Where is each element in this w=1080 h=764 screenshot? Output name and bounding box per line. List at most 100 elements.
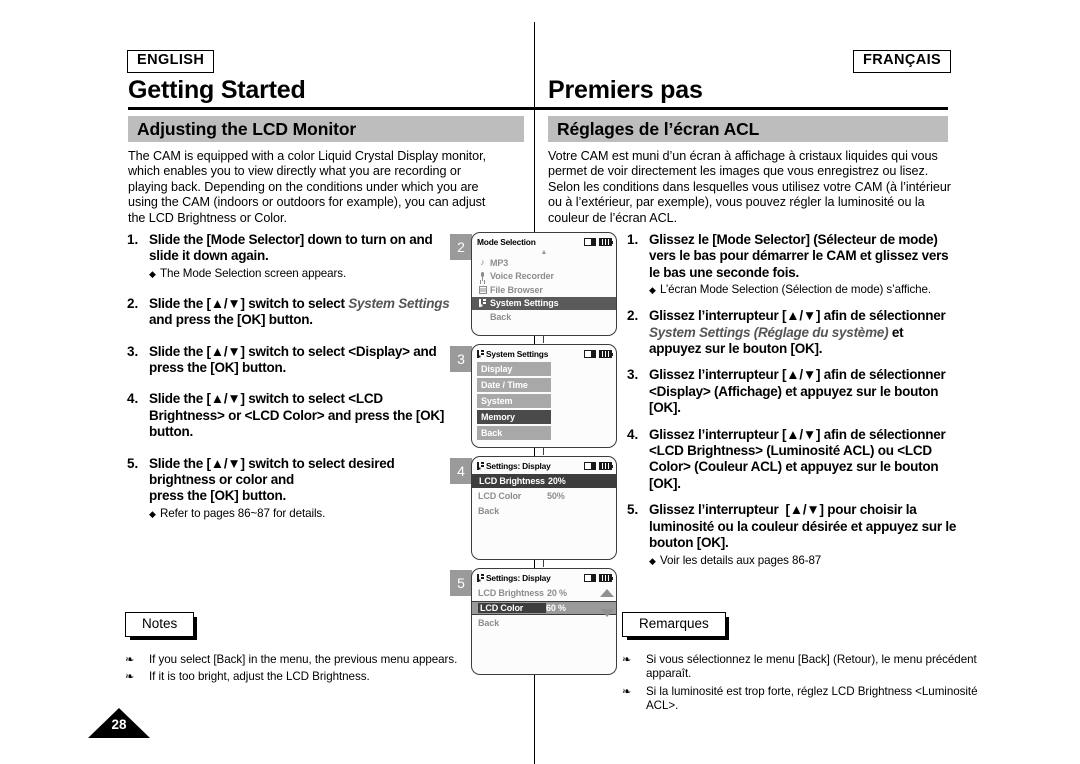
menu-item-voice-recorder[interactable]: Voice Recorder (477, 270, 611, 284)
step-sub-note: ◆ Refer to pages 86~87 for details. (149, 507, 453, 522)
step-number: 3. (627, 367, 639, 383)
menu-item-label: Voice Recorder (490, 271, 554, 282)
step-body: Glissez l’interrupteur [▲/▼] afin de sél… (649, 308, 958, 357)
setting-row-lcd-color[interactable]: LCD Color 60 % (472, 601, 616, 615)
lcd-screen-mode-selection: Mode Selection ▲ ♪ MP3 Voice Recorder Fi… (471, 232, 617, 336)
step-badge-5: 5 (450, 570, 472, 596)
setting-value: 60 % (546, 603, 566, 613)
note-item: ❧ If it is too bright, adjust the LCD Bri… (125, 670, 489, 685)
menu-item-back[interactable]: Back (477, 310, 611, 324)
step-text: Slide the [▲/▼] switch to select System … (149, 295, 450, 328)
menu-item-back[interactable]: Back (477, 426, 551, 440)
step-badge-3: 3 (450, 346, 472, 372)
clover-bullet-icon: ❧ (125, 653, 135, 666)
menu-item-back[interactable]: Back (477, 504, 611, 518)
notes-block-english: Notes ❧ If you select [Back] in the menu,… (125, 612, 489, 688)
step-list-french: 1. Glissez le [Mode Selector] (Sélecteur … (623, 232, 958, 580)
step-text: Slide the [▲/▼] switch to select desired… (149, 455, 395, 504)
notes-list-french: ❧ Si vous sélectionnez le menu [Back] (Re… (622, 653, 1006, 714)
language-tag-english: ENGLISH (127, 50, 215, 73)
file-icon (478, 285, 487, 294)
step-body: Glissez l’interrupteur [▲/▼] pour choisi… (649, 502, 958, 568)
step-item: 5. Glissez l’interrupteur [▲/▼] pour choi… (623, 502, 958, 568)
memory-card-icon (584, 349, 596, 358)
notes-list-english: ❧ If you select [Back] in the menu, the p… (125, 653, 489, 685)
notes-label-french: Remarques (622, 612, 729, 639)
header-rule (128, 107, 948, 110)
lcd-settings-list: LCD Brightness 20% LCD Color 50% Back (472, 474, 616, 518)
step-number: 1. (127, 232, 139, 247)
note-text: Si vous sélectionnez le menu [Back] (Ret… (646, 652, 977, 681)
battery-icon (599, 573, 613, 582)
menu-item-label: MP3 (490, 257, 509, 268)
step-number: 1. (627, 232, 639, 247)
menu-item-label: System Settings (490, 298, 559, 309)
diamond-bullet-icon: ◆ (649, 555, 656, 566)
step-text: Glissez le [Mode Selector] (Sélecteur de… (649, 232, 949, 280)
menu-item-memory[interactable]: Memory (477, 410, 551, 424)
settings-icon (477, 461, 484, 470)
step-body: Slide the [▲/▼] switch to select System … (149, 296, 453, 329)
note-text: Si la luminosité est trop forte, réglez … (646, 684, 978, 713)
lcd-title: Settings: Display (486, 460, 551, 471)
setting-row-lcd-brightness[interactable]: LCD Brightness 20% (472, 474, 616, 488)
chapter-title-french: Premiers pas (548, 76, 703, 104)
menu-item-system-settings[interactable]: System Settings (472, 296, 616, 310)
step-sub-note: ◆ The Mode Selection screen appears. (149, 267, 453, 282)
lcd-settings-list: LCD Brightness 20 % LCD Color 60 % Back (472, 586, 616, 630)
step-list-english: 1. Slide the [Mode Selector] down to turn… (123, 232, 453, 533)
step-number: 3. (127, 343, 139, 359)
music-note-icon: ♪ (480, 257, 485, 268)
clover-bullet-icon: ❧ (622, 685, 632, 698)
step-text: Glissez l’interrupteur [▲/▼] afin de sél… (649, 367, 946, 416)
scroll-up-indicator-icon: ▲ (540, 249, 548, 256)
step-sub-note-text: Voir les details aux pages 86-87 (660, 553, 822, 567)
setting-label: LCD Color (478, 491, 522, 501)
setting-label: LCD Brightness (478, 588, 544, 598)
menu-item-label: Date / Time (481, 380, 528, 390)
lcd-header: Settings: Display (472, 569, 616, 586)
menu-item-label: Memory (481, 412, 515, 422)
settings-icon (478, 299, 487, 308)
step-sub-note-text: L’écran Mode Selection (Sélection de mod… (660, 283, 931, 297)
page-number-badge: 28 (88, 708, 150, 738)
lcd-menu-list: Display Date / Time System Memory Back (472, 362, 616, 440)
step-text: Slide the [Mode Selector] down to turn o… (149, 232, 433, 264)
setting-label: LCD Brightness (479, 476, 545, 486)
lcd-screen-display-settings: Settings: Display LCD Brightness 20% LCD… (471, 456, 617, 560)
menu-item-label: Back (490, 311, 512, 322)
scroll-down-arrow-icon[interactable] (600, 609, 614, 617)
step-badge-2: 2 (450, 234, 472, 260)
menu-item-system[interactable]: System (477, 394, 551, 408)
step-item: 5. Slide the [▲/▼] switch to select desir… (123, 456, 453, 522)
setting-value: 50% (547, 491, 565, 501)
menu-item-mp3[interactable]: ♪ MP3 (477, 256, 611, 270)
step-body: Glissez l’interrupteur [▲/▼] afin de sél… (649, 367, 958, 416)
lcd-screen-system-settings: System Settings Display Date / Time Syst… (471, 344, 617, 448)
step-item: 3. Glissez l’interrupteur [▲/▼] afin de s… (623, 367, 958, 416)
clover-bullet-icon: ❧ (125, 671, 135, 684)
lcd-header: System Settings (472, 345, 616, 362)
menu-item-file-browser[interactable]: File Browser (477, 283, 611, 297)
step-sub-note-text: The Mode Selection screen appears. (160, 266, 347, 280)
scroll-up-arrow-icon[interactable] (600, 589, 614, 597)
menu-item-back[interactable]: Back (477, 616, 611, 630)
step-body: Slide the [▲/▼] switch to select desired… (149, 456, 453, 522)
step-body: Slide the [▲/▼] switch to select <LCD Br… (149, 391, 453, 440)
intro-paragraph-french: Votre CAM est muni d’un écran à affichag… (548, 149, 951, 225)
step-number: 2. (627, 308, 639, 324)
note-item: ❧ If you select [Back] in the menu, the p… (125, 653, 489, 668)
battery-icon (599, 461, 613, 470)
step-number: 5. (627, 502, 639, 518)
settings-icon (477, 573, 484, 582)
step-sub-note: ◆ L’écran Mode Selection (Sélection de mo… (649, 283, 958, 298)
memory-card-icon (584, 573, 596, 582)
notes-label-english: Notes (125, 612, 198, 639)
step-number: 5. (127, 455, 139, 471)
setting-value: 20% (548, 476, 566, 486)
setting-row-lcd-brightness[interactable]: LCD Brightness 20 % (477, 586, 611, 600)
step-item: 4. Slide the [▲/▼] switch to select <LCD … (123, 391, 453, 440)
menu-item-date-time[interactable]: Date / Time (477, 378, 551, 392)
menu-item-display[interactable]: Display (477, 362, 551, 376)
setting-row-lcd-color[interactable]: LCD Color 50% (477, 489, 611, 503)
